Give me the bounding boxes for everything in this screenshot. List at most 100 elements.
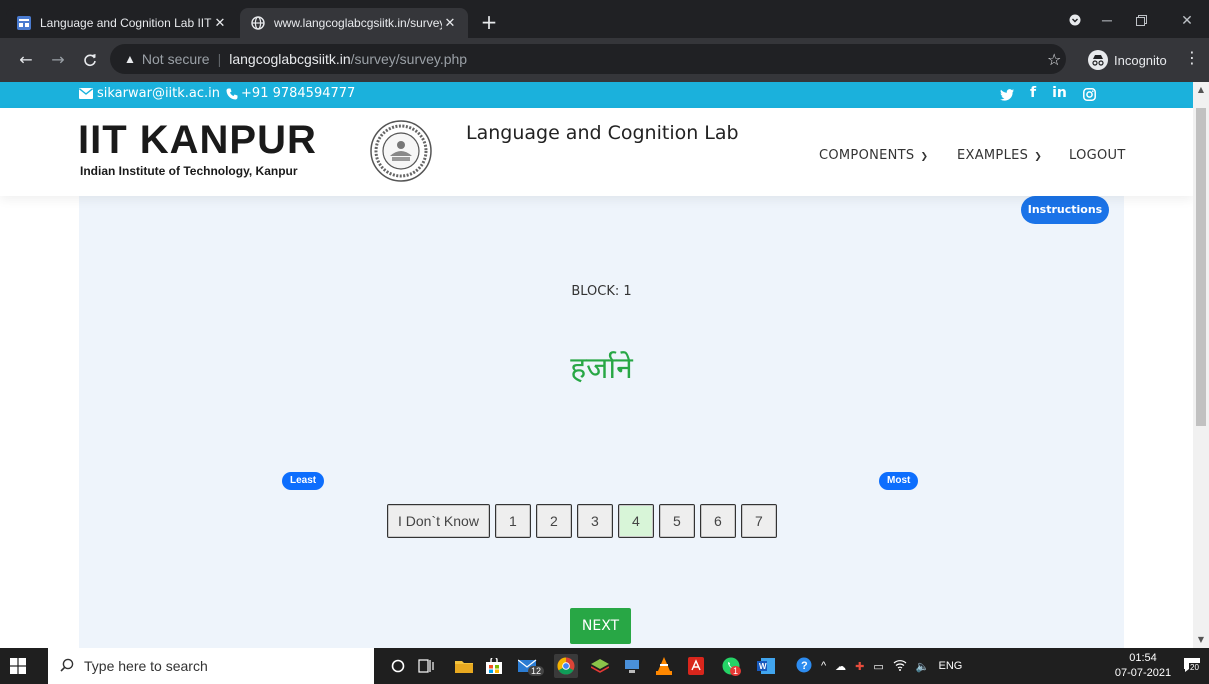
twitter-icon[interactable] [1000,85,1014,105]
rating-option-1[interactable]: 1 [494,504,531,538]
site-favicon-icon [16,15,32,31]
minimize-icon[interactable]: ─ [1092,10,1122,30]
tab-title: www.langcoglabcgsiitk.in/survey/ [274,16,442,30]
chevron-down-icon: ❯ [920,152,929,162]
taskbar-search-placeholder: Type here to search [84,658,208,674]
volume-icon[interactable]: 🔈 [916,660,930,673]
instructions-button[interactable]: Instructions [1021,196,1109,224]
taskbar-clock[interactable]: 01:54 07-07-2021 [1108,651,1178,681]
scrollbar-thumb[interactable] [1196,108,1206,426]
most-badge: Most [879,472,919,490]
nav-components-label: COMPONENTS [819,148,915,163]
page-scrollbar[interactable]: ▲ ▼ [1193,82,1209,648]
nav-logout[interactable]: LOGOUT [1069,148,1126,163]
mail-icon[interactable]: 12 [512,654,545,678]
instagram-icon[interactable] [1082,85,1096,105]
nav-examples[interactable]: EXAMPLES ❯ [957,148,1042,163]
rating-option-4[interactable]: 4 [617,504,654,538]
rating-option-5[interactable]: 5 [658,504,695,538]
tray-app-icon[interactable]: ✚ [855,660,864,673]
show-hidden-icons-chevron-icon[interactable]: ^ [821,660,826,672]
app-layers-icon[interactable] [588,654,612,678]
battery-icon[interactable]: ▭ [873,660,883,673]
incognito-label: Incognito [1114,52,1167,68]
scroll-down-icon[interactable]: ▼ [1197,636,1205,644]
task-view-icon[interactable] [414,654,438,678]
word-icon[interactable]: W [754,654,778,678]
whatsapp-icon[interactable]: 1 [716,654,746,678]
page-viewport: sikarwar@iitk.ac.in +91 9784594777 f in … [0,82,1193,648]
new-tab-button[interactable]: + [476,10,502,36]
warning-icon: ▲ [124,52,136,66]
next-button[interactable]: NEXT [570,608,631,644]
tab-search-icon[interactable] [1060,10,1090,30]
address-path: /survey/survey.php [350,51,468,67]
close-window-icon[interactable]: ✕ [1172,10,1202,30]
contact-email-link[interactable]: sikarwar@iitk.ac.in [97,86,220,101]
block-label: BLOCK: 1 [571,284,632,299]
lab-name-title[interactable]: Language and Cognition Lab [466,122,739,144]
rating-option-7[interactable]: 7 [740,504,777,538]
restore-icon[interactable] [1126,10,1156,30]
facebook-icon[interactable]: f [1030,85,1036,105]
address-separator: | [217,51,222,67]
nav-examples-label: EXAMPLES [957,148,1029,163]
linkedin-icon[interactable]: in [1052,85,1067,105]
tab-survey[interactable]: www.langcoglabcgsiitk.in/survey/ ✕ [240,8,468,38]
forward-icon[interactable]: → [48,50,68,70]
security-status[interactable]: Not secure [142,51,210,67]
envelope-icon [79,88,93,99]
taskbar-search-box[interactable]: Type here to search [48,648,374,684]
microsoft-store-icon[interactable] [482,654,506,678]
rating-option-2[interactable]: 2 [535,504,572,538]
stimulus-word: हर्जाने [570,351,633,386]
incognito-profile-button[interactable]: Incognito [1088,49,1167,71]
address-host: langcoglabcgsiitk.in [229,51,351,67]
chevron-down-icon: ❯ [1034,152,1043,162]
site-header: IIT KANPUR Indian Institute of Technolog… [0,108,1193,196]
address-bar[interactable]: ▲ Not secure | langcoglabcgsiitk.in /sur… [110,44,1066,74]
browser-toolbar: ← → ▲ Not secure | langcoglabcgsiitk.in … [0,38,1209,82]
tab-close-icon[interactable]: ✕ [212,15,228,31]
notification-count: 20 [1189,663,1200,672]
acrobat-icon[interactable] [684,654,708,678]
tab-language-cognition-lab[interactable]: Language and Cognition Lab IITK ✕ [6,8,238,38]
rating-option-6[interactable]: 6 [699,504,736,538]
windows-taskbar: Type here to search 12 1 W ? ^ ☁ ✚ ▭ 🔈 E… [0,648,1209,684]
cortana-icon[interactable] [386,654,410,678]
tab-close-icon[interactable]: ✕ [442,15,458,31]
bookmark-star-icon[interactable]: ☆ [1047,50,1061,69]
scroll-up-icon[interactable]: ▲ [1197,86,1205,94]
network-app-icon[interactable] [620,654,644,678]
survey-card: Instructions BLOCK: 1 हर्जाने Least Most… [79,196,1124,648]
clock-time: 01:54 [1129,652,1157,664]
contact-topbar: sikarwar@iitk.ac.in +91 9784594777 f in [0,82,1193,108]
mail-badge: 12 [528,666,545,676]
phone-icon [226,88,238,100]
browser-menu-icon[interactable]: ⋮ [1184,48,1200,67]
incognito-icon [1088,50,1108,70]
tab-title: Language and Cognition Lab IITK [40,16,212,30]
language-indicator[interactable]: ENG [939,660,963,672]
rating-option-dont-know[interactable]: I Don`t Know [387,504,490,538]
wifi-icon[interactable] [893,659,907,674]
reload-icon[interactable] [80,50,100,70]
contact-phone: +91 9784594777 [241,86,356,101]
notification-center-icon[interactable]: 20 [1183,657,1201,675]
file-explorer-icon[interactable] [452,654,476,678]
cloud-icon[interactable]: ☁ [835,660,846,673]
svg-text:W: W [759,662,767,671]
rating-scale: I Don`t Know 1 2 3 4 5 6 7 [387,504,777,538]
help-icon[interactable]: ? [796,657,812,676]
rating-option-3[interactable]: 3 [576,504,613,538]
least-badge: Least [282,472,325,490]
vlc-icon[interactable] [652,654,676,678]
windows-start-icon[interactable] [10,658,26,674]
back-icon[interactable]: ← [16,50,36,70]
chrome-icon[interactable] [554,654,578,678]
iit-kanpur-logo-text[interactable]: IIT KANPUR [78,118,317,162]
svg-text:?: ? [801,660,808,672]
clock-date: 07-07-2021 [1114,667,1172,679]
nav-components[interactable]: COMPONENTS ❯ [819,148,928,163]
iit-kanpur-logo-subtitle: Indian Institute of Technology, Kanpur [80,164,298,178]
